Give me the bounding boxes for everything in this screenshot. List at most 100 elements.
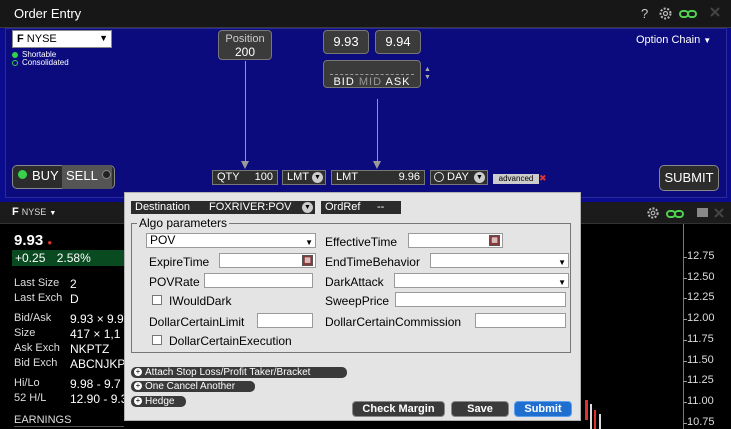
submit-button[interactable]: Submit (514, 401, 572, 417)
chart-y-axis (683, 224, 684, 429)
ask-exch-value: NKPTZ (70, 342, 110, 356)
settings-gear-icon[interactable] (646, 206, 660, 220)
order-ref-label: OrdRef (325, 201, 361, 213)
hedge-link[interactable]: + Hedge (131, 396, 186, 407)
last-exch-label: Last Exch (14, 292, 63, 304)
calendar-icon[interactable]: ▦ (489, 235, 500, 246)
chevron-down-icon: ▼ (558, 278, 566, 287)
advanced-toggle[interactable]: advanced (493, 174, 539, 184)
calendar-icon[interactable]: ▦ (302, 255, 313, 266)
ask-price-button[interactable]: 9.94 (375, 30, 421, 54)
expire-time-label: ExpireTime (149, 255, 210, 269)
dollar-certain-execution-checkbox[interactable] (152, 335, 162, 345)
one-cancel-another-label: One Cancel Another (145, 381, 236, 392)
bid-ask-label: Bid/Ask (14, 312, 52, 324)
one-cancel-another-link[interactable]: + One Cancel Another (131, 381, 255, 392)
dollar-certain-limit-label: DollarCertainLimit (149, 315, 245, 329)
price-spinner-icon[interactable]: ▲ ▼ (424, 66, 431, 82)
i-would-dark-checkbox[interactable] (152, 295, 162, 305)
order-type-select[interactable]: LMT ▼ (282, 170, 326, 185)
last-size-value: 2 (70, 277, 77, 291)
bid-label: BID (333, 76, 355, 88)
earnings-tab[interactable]: EARNINGS (14, 414, 124, 427)
order-ref-field[interactable]: OrdRef -- (321, 201, 401, 214)
window-title: Order Entry (14, 6, 82, 21)
limit-price-field[interactable]: LMT 9.96 (331, 170, 425, 185)
chevron-down-icon: ▼ (302, 202, 313, 213)
option-chain-menu[interactable]: Option Chain ▼ (636, 34, 711, 46)
connector-line (245, 61, 246, 161)
help-icon[interactable]: ? (641, 6, 648, 21)
dollar-certain-commission-label: DollarCertainCommission (325, 315, 462, 329)
change-row: +0.25 2.58% (12, 250, 124, 266)
symbol-ticker: F (17, 33, 24, 45)
quantity-field[interactable]: QTY 100 (212, 170, 278, 185)
position-box: Position 200 (218, 30, 272, 60)
y-tick-label: 11.25 (687, 374, 714, 386)
dollar-certain-execution-label: DollarCertainExecution (169, 334, 292, 348)
order-type-value: LMT (287, 171, 309, 183)
attach-bracket-link[interactable]: + Attach Stop Loss/Profit Taker/Bracket (131, 367, 347, 378)
algo-value: POV (150, 233, 176, 247)
close-advanced-icon[interactable]: ✖ (539, 173, 547, 184)
close-icon[interactable] (713, 207, 725, 219)
bid-ask-value: 9.93 × 9.9 (70, 312, 124, 326)
quote-exchange: NYSE (21, 207, 47, 217)
y-tick-label: 12.50 (687, 271, 715, 283)
dark-attack-select[interactable]: ▼ (394, 273, 569, 288)
y-tick-label: 11.75 (687, 333, 714, 345)
time-in-force-value: DAY (447, 171, 469, 183)
mid-label: MID (358, 76, 383, 88)
candle-bar (585, 400, 588, 420)
chevron-down-icon: ▼ (558, 258, 566, 267)
effective-time-label: EffectiveTime (325, 235, 398, 249)
quote-symbol: F (12, 206, 19, 218)
effective-time-input[interactable]: ▦ (408, 233, 503, 248)
link-chain-icon[interactable] (666, 208, 684, 218)
ask-exch-label: Ask Exch (14, 342, 60, 354)
minimize-icon[interactable] (697, 208, 708, 217)
hi-lo-label: Hi/Lo (14, 377, 40, 389)
last-size-label: Last Size (14, 277, 60, 289)
y-tick-label: 11.00 (687, 395, 714, 407)
algo-select[interactable]: POV ▼ (146, 233, 316, 248)
chevron-down-icon: ▼ (49, 210, 57, 217)
pov-rate-input[interactable] (204, 273, 313, 288)
bid-price-button[interactable]: 9.93 (323, 30, 369, 54)
i-would-dark-label: IWouldDark (169, 294, 232, 308)
position-label: Position (225, 33, 265, 45)
link-chain-icon[interactable] (679, 8, 697, 18)
plus-icon: + (134, 367, 142, 376)
end-time-behavior-label: EndTimeBehavior (325, 255, 420, 269)
symbol-select[interactable]: F NYSE ▼ (12, 30, 112, 48)
y-tick-label: 12.75 (687, 250, 715, 262)
quote-symbol-select[interactable]: F NYSE ▼ (12, 206, 56, 218)
dollar-certain-commission-input[interactable] (475, 313, 566, 328)
end-time-behavior-select[interactable]: ▼ (430, 253, 569, 268)
size-value: 417 × 1,1 (70, 327, 121, 341)
change-value: +0.25 (15, 251, 46, 265)
plus-icon: + (134, 396, 142, 405)
tick-down-icon: ● (47, 238, 53, 247)
check-margin-button[interactable]: Check Margin (352, 401, 445, 417)
time-in-force-select[interactable]: DAY ▼ (430, 170, 488, 185)
destination-label: Destination (135, 201, 191, 213)
limit-price-label: LMT (336, 171, 358, 183)
close-icon[interactable] (709, 6, 721, 18)
arrow-down-icon (373, 161, 381, 169)
destination-select[interactable]: Destination FOXRIVER:POV ▼ (131, 201, 315, 214)
order-ref-value: -- (377, 201, 385, 213)
sweep-price-input[interactable] (395, 292, 566, 307)
algo-parameters-title: Algo parameters (137, 216, 230, 230)
consolidated-label: Consolidated (22, 58, 69, 67)
bid-mid-ask-slider[interactable]: BID MID ASK (323, 60, 421, 88)
dollar-certain-limit-input[interactable] (257, 313, 313, 328)
52-week-label: 52 H/L (14, 392, 47, 404)
last-price-value: 9.93 (14, 232, 44, 249)
settings-gear-icon[interactable] (658, 6, 673, 21)
sweep-price-label: SweepPrice (325, 294, 390, 308)
expire-time-input[interactable]: ▦ (219, 253, 316, 268)
save-button[interactable]: Save (451, 401, 509, 417)
last-exch-value: D (70, 292, 79, 306)
submit-order-button[interactable]: SUBMIT (659, 165, 719, 191)
